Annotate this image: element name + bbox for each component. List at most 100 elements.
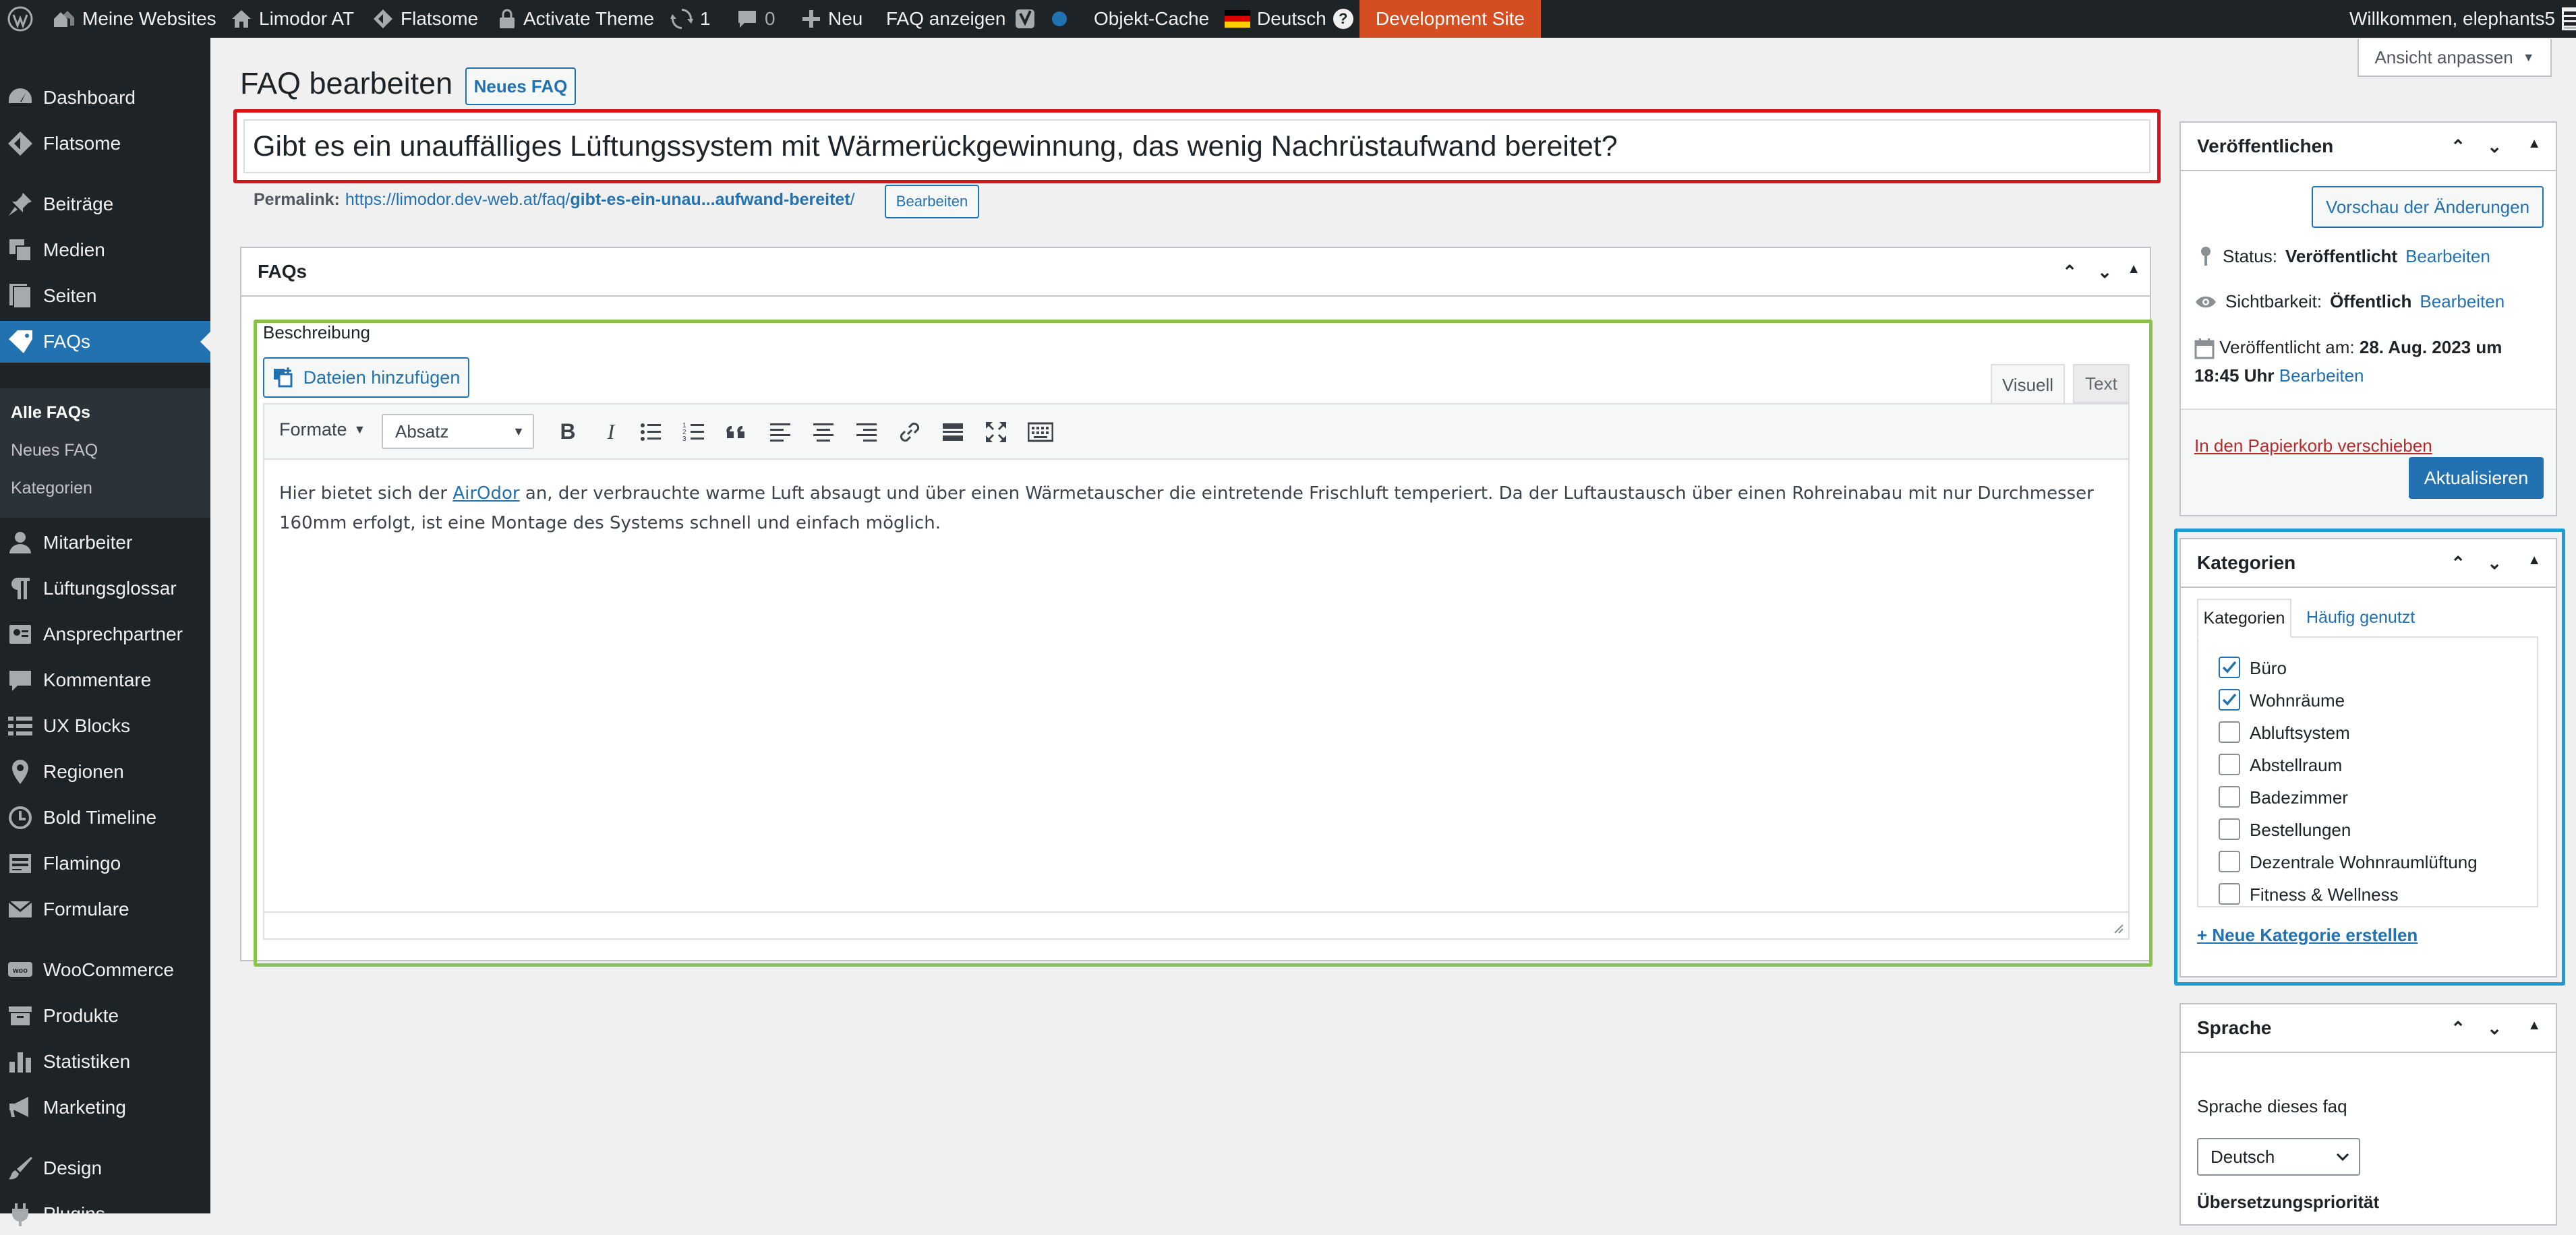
visibility-edit-link[interactable]: Bearbeiten xyxy=(2420,291,2505,312)
collapse-toggle-icon[interactable]: ▲ xyxy=(2527,553,2541,568)
sidebar-item-regionen[interactable]: Regionen xyxy=(0,751,210,793)
sidebar-item-ux-blocks[interactable]: UX Blocks xyxy=(0,705,210,747)
checkbox-fitness-wellness[interactable] xyxy=(2219,883,2240,905)
move-down-icon[interactable]: ⌄ xyxy=(2097,262,2112,282)
editor-content[interactable]: Hier bietet sich der AirOdor an, der ver… xyxy=(279,479,2107,538)
collapse-toggle-icon[interactable]: ▲ xyxy=(2127,262,2140,277)
airodor-link[interactable]: AirOdor xyxy=(452,483,519,504)
user-account-link[interactable]: Willkommen, elephants5 xyxy=(2349,0,2576,38)
formats-dropdown[interactable]: Formate ▼ xyxy=(279,419,365,440)
sidebar-item-faqs[interactable]: FAQs xyxy=(0,321,210,363)
sidebar-item-label: FAQs xyxy=(43,331,91,352)
update-button[interactable]: Aktualisieren xyxy=(2409,457,2544,499)
fullscreen-icon[interactable] xyxy=(985,421,1007,444)
post-title-input[interactable]: Gibt es ein unauffälliges Lüftungssystem… xyxy=(243,119,2150,173)
seo-status-dot-icon xyxy=(1052,11,1067,26)
content-text-start: Hier bietet sich der xyxy=(279,483,453,504)
activate-theme-link[interactable]: Activate Theme xyxy=(498,0,654,38)
move-up-icon[interactable]: ⌃ xyxy=(2451,553,2465,574)
checkbox-badezimmer[interactable] xyxy=(2219,786,2240,808)
updates-link[interactable]: 1 xyxy=(670,0,711,38)
collapse-toggle-icon[interactable]: ▲ xyxy=(2527,136,2541,152)
italic-icon[interactable]: I xyxy=(595,415,627,448)
align-left-icon[interactable] xyxy=(769,421,792,444)
status-edit-link[interactable]: Bearbeiten xyxy=(2405,246,2490,267)
checkbox-buero[interactable] xyxy=(2219,657,2240,678)
wordpress-logo-icon[interactable] xyxy=(7,0,34,38)
checkbox-bestellungen[interactable] xyxy=(2219,818,2240,840)
flamingo-icon xyxy=(9,854,31,873)
read-more-icon[interactable] xyxy=(941,421,964,444)
dev-site-badge[interactable]: Development Site xyxy=(1359,0,1542,38)
checkbox-abstellraum[interactable] xyxy=(2219,754,2240,775)
checkmark-icon xyxy=(2222,661,2237,673)
sidebar-item-flamingo[interactable]: Flamingo xyxy=(0,843,210,884)
checkbox-wohnraeume[interactable] xyxy=(2219,689,2240,711)
sidebar-item-kommentare[interactable]: Kommentare xyxy=(0,659,210,701)
new-faq-button[interactable]: Neues FAQ xyxy=(465,67,576,105)
toolbar-toggle-icon[interactable] xyxy=(1028,421,1053,444)
comments-link[interactable]: 0 xyxy=(736,0,775,38)
sidebar-item-flatsome[interactable]: Flatsome xyxy=(0,123,210,164)
sidebar-item-bold-timeline[interactable]: Bold Timeline xyxy=(0,797,210,839)
numbered-list-icon[interactable]: 123 xyxy=(682,421,705,444)
checkbox-abluftsystem[interactable] xyxy=(2219,721,2240,743)
sidebar-item-formulare[interactable]: Formulare xyxy=(0,888,210,930)
submenu-categories[interactable]: Kategorien xyxy=(11,479,92,498)
site-name-link[interactable]: Limodor AT xyxy=(231,0,354,38)
permalink-edit-button[interactable]: Bearbeiten xyxy=(885,185,979,218)
align-right-icon[interactable] xyxy=(855,421,878,444)
align-center-icon[interactable] xyxy=(812,421,835,444)
sidebar-item-medien[interactable]: Medien xyxy=(0,229,210,271)
my-sites-link[interactable]: Meine Websites xyxy=(51,0,216,38)
add-new-category-link[interactable]: + Neue Kategorie erstellen xyxy=(2197,925,2418,946)
sidebar-item-beitraege[interactable]: Beiträge xyxy=(0,183,210,225)
collapse-toggle-icon[interactable]: ▲ xyxy=(2527,1018,2541,1033)
resize-handle-icon[interactable] xyxy=(2111,921,2124,934)
help-icon[interactable]: ? xyxy=(1333,9,1353,29)
tab-visual[interactable]: Visuell xyxy=(1991,364,2065,404)
view-faq-link[interactable]: FAQ anzeigen xyxy=(886,0,1005,38)
bold-icon[interactable]: B xyxy=(552,415,584,448)
permalink-link[interactable]: https://limodor.dev-web.at/faq/gibt-es-e… xyxy=(345,190,855,210)
flatsome-link[interactable]: Flatsome xyxy=(372,0,478,38)
sidebar-item-ansprechpartner[interactable]: Ansprechpartner xyxy=(0,613,210,655)
move-down-icon[interactable]: ⌄ xyxy=(2487,136,2502,157)
clock-icon xyxy=(9,806,32,829)
sidebar-item-seiten[interactable]: Seiten xyxy=(0,275,210,317)
move-down-icon[interactable]: ⌄ xyxy=(2487,1018,2502,1039)
add-media-button[interactable]: Dateien hinzufügen xyxy=(263,357,469,398)
tab-popular-categories[interactable]: Häufig genutzt xyxy=(2306,608,2415,628)
sidebar-item-produkte[interactable]: Produkte xyxy=(0,995,210,1037)
link-icon[interactable] xyxy=(898,421,921,444)
sidebar-item-woocommerce[interactable]: woo WooCommerce xyxy=(0,949,210,991)
sidebar-item-statistiken[interactable]: Statistiken xyxy=(0,1041,210,1083)
sidebar-item-lueftungsglossar[interactable]: Lüftungsglossar xyxy=(0,568,210,609)
published-edit-link[interactable]: Bearbeiten xyxy=(2279,365,2364,386)
sidebar-item-plugins[interactable]: Plugins xyxy=(0,1193,210,1235)
sidebar-item-mitarbeiter[interactable]: Mitarbeiter xyxy=(0,522,210,564)
tab-text[interactable]: Text xyxy=(2073,364,2130,403)
tab-all-categories[interactable]: Kategorien xyxy=(2197,599,2291,638)
paragraph-select[interactable]: Absatz ▼ xyxy=(382,414,534,449)
move-up-icon[interactable]: ⌃ xyxy=(2062,262,2077,282)
trash-link[interactable]: In den Papierkorb verschieben xyxy=(2194,435,2432,456)
sidebar-item-dashboard[interactable]: Dashboard xyxy=(0,77,210,119)
sidebar-item-marketing[interactable]: Marketing xyxy=(0,1087,210,1128)
bullet-list-icon[interactable] xyxy=(639,421,662,444)
screen-options-button[interactable]: Ansicht anpassen ▼ xyxy=(2358,39,2552,77)
sidebar-item-design[interactable]: Design xyxy=(0,1147,210,1189)
yoast-link[interactable] xyxy=(1014,0,1067,38)
move-up-icon[interactable]: ⌃ xyxy=(2451,1018,2465,1039)
blockquote-icon[interactable] xyxy=(726,421,749,444)
move-down-icon[interactable]: ⌄ xyxy=(2487,553,2502,574)
new-content-link[interactable]: Neu xyxy=(801,0,862,38)
checkbox-dezentrale-wohnraumlueftung[interactable] xyxy=(2219,851,2240,872)
move-up-icon[interactable]: ⌃ xyxy=(2451,136,2465,157)
language-switcher[interactable]: Deutsch ? xyxy=(1225,0,1353,38)
submenu-all-faqs[interactable]: Alle FAQs xyxy=(11,403,90,423)
object-cache-link[interactable]: Objekt-Cache xyxy=(1094,0,1209,38)
language-select[interactable]: Deutsch xyxy=(2197,1138,2360,1176)
submenu-new-faq[interactable]: Neues FAQ xyxy=(11,441,98,460)
preview-changes-button[interactable]: Vorschau der Änderungen xyxy=(2312,186,2544,228)
